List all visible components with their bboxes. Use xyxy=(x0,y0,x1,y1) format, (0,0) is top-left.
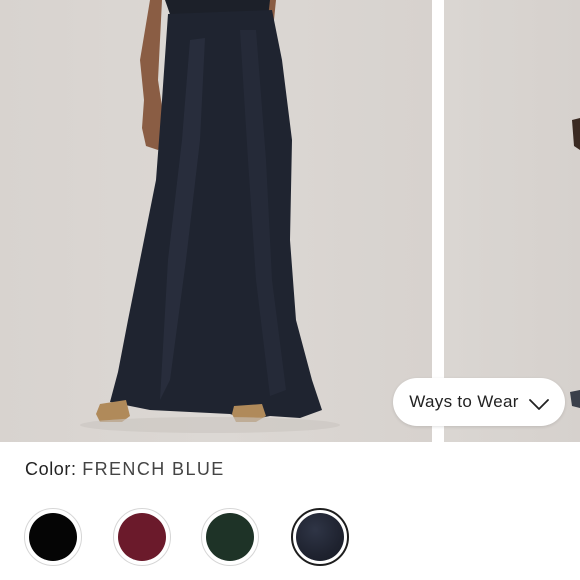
swatch-dark-green-color xyxy=(206,513,254,561)
product-image-gallery[interactable]: Ways to Wear xyxy=(0,0,580,442)
product-photo-next[interactable] xyxy=(444,0,580,442)
next-photo-illustration xyxy=(570,118,580,408)
swatch-burgundy-color xyxy=(118,513,166,561)
swatch-french-blue[interactable] xyxy=(291,508,349,566)
product-info: Color: FRENCH BLUE xyxy=(0,442,580,580)
chevron-down-icon xyxy=(528,396,549,410)
swatch-burgundy[interactable] xyxy=(113,508,171,566)
swatch-french-blue-color xyxy=(296,513,344,561)
ways-to-wear-button[interactable]: Ways to Wear xyxy=(393,378,565,426)
swatch-black[interactable] xyxy=(24,508,82,566)
color-label: Color: xyxy=(25,459,77,479)
color-selection-label: Color: FRENCH BLUE xyxy=(25,459,225,480)
selected-color-name: FRENCH BLUE xyxy=(82,459,225,479)
swatch-black-color xyxy=(29,513,77,561)
ways-to-wear-label: Ways to Wear xyxy=(409,392,519,411)
product-photo-main[interactable] xyxy=(0,0,432,442)
swatch-dark-green[interactable] xyxy=(201,508,259,566)
model-skirt-illustration xyxy=(80,0,340,433)
